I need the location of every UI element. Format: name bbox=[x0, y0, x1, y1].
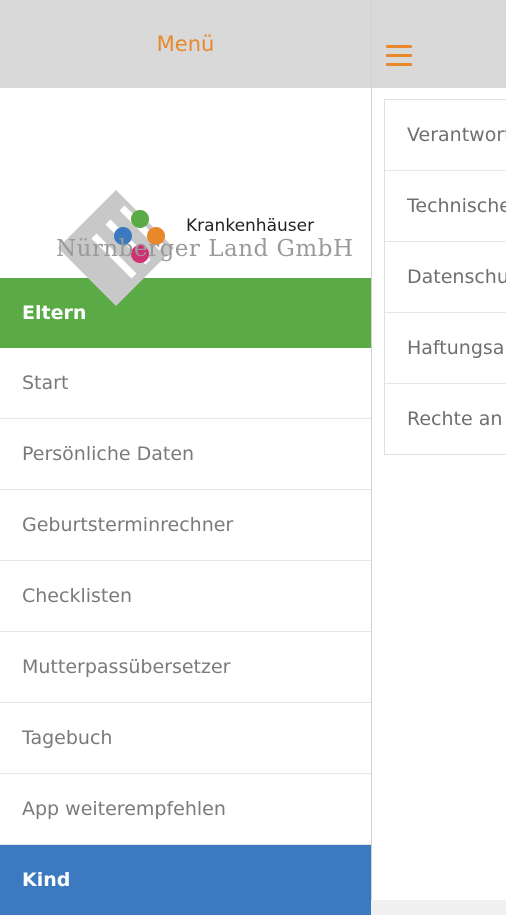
list-item[interactable]: Rechte an bbox=[385, 384, 506, 454]
menu-item-geburtsterminrechner[interactable]: Geburtsterminrechner bbox=[0, 490, 371, 561]
section-kind[interactable]: Kind bbox=[0, 845, 371, 915]
list-item[interactable]: Haftungsausschluss bbox=[385, 313, 506, 384]
hamburger-icon[interactable] bbox=[386, 45, 412, 66]
content-list: Verantwortlich Technische Datenschutz Ha… bbox=[384, 99, 506, 455]
menu-item-checklisten[interactable]: Checklisten bbox=[0, 561, 371, 632]
main-content: Verantwortlich Technische Datenschutz Ha… bbox=[372, 0, 506, 900]
list-item[interactable]: Verantwortlich bbox=[385, 100, 506, 171]
drawer-header: Menü bbox=[0, 0, 371, 88]
list-item[interactable]: Datenschutz bbox=[385, 242, 506, 313]
menu-item-tagebuch[interactable]: Tagebuch bbox=[0, 703, 371, 774]
menu-item-mutterpassuebersetzer[interactable]: Mutterpassübersetzer bbox=[0, 632, 371, 703]
list-item[interactable]: Technische bbox=[385, 171, 506, 242]
content-header bbox=[372, 0, 506, 88]
navigation-drawer: Menü Krankenhäuser Nürnberger Land GmbH … bbox=[0, 0, 371, 915]
logo-line1: Krankenhäuser bbox=[186, 216, 315, 236]
logo: Krankenhäuser Nürnberger Land GmbH bbox=[0, 88, 371, 306]
drawer-title: Menü bbox=[156, 32, 215, 56]
logo-line2: Nürnberger Land GmbH bbox=[56, 236, 354, 262]
menu-item-app-weiterempfehlen[interactable]: App weiterempfehlen bbox=[0, 774, 371, 845]
menu-item-persoenliche-daten[interactable]: Persönliche Daten bbox=[0, 419, 371, 490]
menu-item-start[interactable]: Start bbox=[0, 348, 371, 419]
